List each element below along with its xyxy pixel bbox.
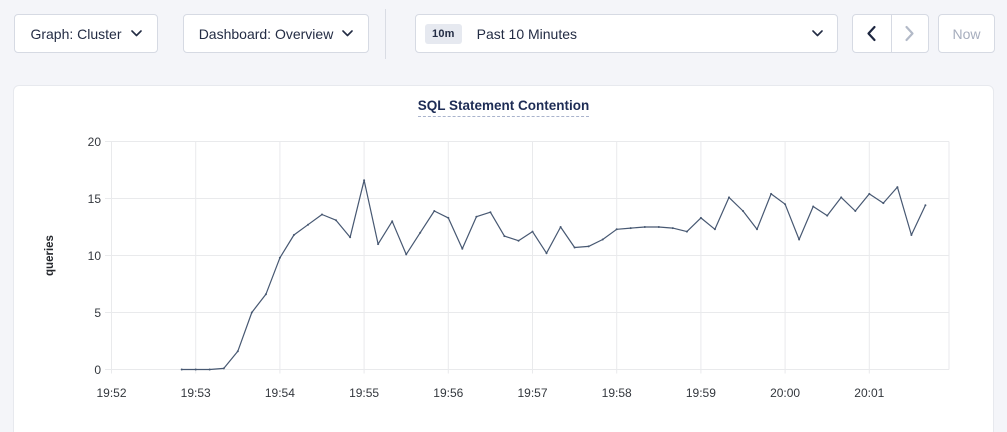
chart-card: 0 5 10 15 20 19:52 19:53 19:54 19:55 19:56 19:57 19… xyxy=(13,85,994,432)
y-tick-label: 20 xyxy=(88,135,102,149)
data-point xyxy=(672,227,674,229)
data-point xyxy=(461,248,463,250)
chevron-right-icon xyxy=(904,25,915,42)
data-point xyxy=(532,231,534,233)
data-point xyxy=(503,235,505,237)
x-tick-label: 19:58 xyxy=(602,386,632,400)
chevron-down-icon xyxy=(342,30,353,37)
data-point xyxy=(742,210,744,212)
data-point xyxy=(251,312,253,314)
graph-dropdown-label: Graph: Cluster xyxy=(30,26,121,42)
time-step-control xyxy=(852,14,929,53)
data-point xyxy=(812,206,814,208)
data-point xyxy=(489,211,491,213)
x-tick-label: 19:54 xyxy=(265,386,295,400)
chart-title-row: SQL Statement Contention xyxy=(14,97,993,117)
x-tick-label: 19:57 xyxy=(517,386,547,400)
data-point xyxy=(223,367,225,369)
y-tick-label: 10 xyxy=(88,249,102,263)
data-point xyxy=(910,234,912,236)
data-point xyxy=(405,253,407,255)
toolbar-divider xyxy=(385,9,386,59)
data-point xyxy=(293,234,295,236)
data-point xyxy=(419,232,421,234)
x-tick-label: 19:52 xyxy=(96,386,126,400)
data-point xyxy=(237,350,239,352)
y-axis-unit-label: queries xyxy=(44,235,56,276)
series-line xyxy=(182,180,926,369)
data-point xyxy=(658,226,660,228)
data-point xyxy=(335,219,337,221)
data-point xyxy=(924,204,926,206)
toolbar: Graph: Cluster Dashboard: Overview 10m P… xyxy=(0,0,1007,70)
data-point xyxy=(602,239,604,241)
data-point xyxy=(321,214,323,216)
chevron-down-icon xyxy=(812,30,823,37)
data-point xyxy=(433,210,435,212)
time-range-badge: 10m xyxy=(425,24,462,44)
data-point xyxy=(770,193,772,195)
data-point xyxy=(349,236,351,238)
data-point xyxy=(195,369,197,371)
data-point xyxy=(265,293,267,295)
x-tick-label: 19:53 xyxy=(181,386,211,400)
x-tick-label: 19:56 xyxy=(433,386,463,400)
data-point xyxy=(826,215,828,217)
data-point xyxy=(728,196,730,198)
chevron-down-icon xyxy=(131,30,142,37)
data-point xyxy=(616,228,618,230)
data-point xyxy=(560,226,562,228)
chart-title[interactable]: SQL Statement Contention xyxy=(418,98,590,117)
x-tick-label: 20:00 xyxy=(770,386,800,400)
data-point xyxy=(391,220,393,222)
graph-dropdown[interactable]: Graph: Cluster xyxy=(14,14,158,53)
dashboard-dropdown-label: Dashboard: Overview xyxy=(199,26,334,42)
data-point xyxy=(279,257,281,259)
data-point xyxy=(209,369,211,371)
chevron-left-icon xyxy=(866,25,877,42)
y-tick-label: 0 xyxy=(94,363,101,377)
time-range-picker[interactable]: 10m Past 10 Minutes xyxy=(415,14,838,53)
dashboard-dropdown[interactable]: Dashboard: Overview xyxy=(183,14,369,53)
sql-contention-line-chart[interactable]: 0 5 10 15 20 19:52 19:53 19:54 19:55 19:56 19:57 19… xyxy=(14,86,995,432)
data-point xyxy=(518,240,520,242)
data-point xyxy=(784,203,786,205)
x-tick-label: 19:55 xyxy=(349,386,379,400)
data-point xyxy=(574,247,576,249)
y-tick-label: 5 xyxy=(94,306,101,320)
data-point xyxy=(840,196,842,198)
x-tick-label: 20:01 xyxy=(854,386,884,400)
next-time-button[interactable] xyxy=(891,15,929,52)
data-point xyxy=(854,210,856,212)
data-point xyxy=(377,243,379,245)
data-point xyxy=(700,217,702,219)
now-button-label: Now xyxy=(952,26,980,42)
data-point xyxy=(630,227,632,229)
data-point xyxy=(546,252,548,254)
data-point xyxy=(756,228,758,230)
data-point xyxy=(475,216,477,218)
prev-time-button[interactable] xyxy=(853,15,891,52)
data-point xyxy=(307,224,309,226)
data-point xyxy=(798,239,800,241)
data-point xyxy=(447,217,449,219)
data-point xyxy=(686,231,688,233)
data-point xyxy=(896,186,898,188)
y-tick-label: 15 xyxy=(88,192,102,206)
data-point xyxy=(588,245,590,247)
data-point xyxy=(644,226,646,228)
time-range-label: Past 10 Minutes xyxy=(477,26,812,42)
data-point xyxy=(868,193,870,195)
data-point xyxy=(882,202,884,204)
x-tick-label: 19:59 xyxy=(686,386,716,400)
data-point xyxy=(363,179,365,181)
data-point xyxy=(714,228,716,230)
data-point xyxy=(181,369,183,371)
now-button[interactable]: Now xyxy=(938,14,995,53)
